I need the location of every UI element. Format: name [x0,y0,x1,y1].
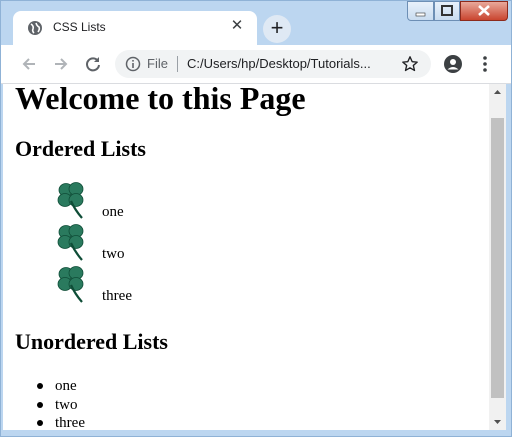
close-icon[interactable]: ✕ [229,18,245,34]
omnibox-divider [177,56,178,72]
list-item-text: three [55,415,85,430]
bullet-icon [37,383,43,389]
list-item: three [35,414,85,430]
page-heading: Welcome to this Page [15,84,306,116]
kebab-menu-icon[interactable] [475,54,495,74]
unordered-lists-heading: Unordered Lists [15,329,168,354]
star-icon[interactable] [401,55,419,73]
minimize-button[interactable] [407,1,434,21]
ordered-list-item: one [55,181,255,223]
ordered-list-item: two [55,223,255,265]
close-window-button[interactable] [460,1,508,21]
four-leaf-clover-icon [57,224,84,261]
scroll-up-icon[interactable] [489,84,506,101]
ordered-list-item: three [55,265,255,307]
ordered-item-text: two [102,246,125,262]
bullet-icon [37,401,43,408]
url-text[interactable]: C:/Users/hp/Desktop/Tutorials... [187,56,371,71]
scheme-label: File [147,56,168,71]
plus-icon: + [270,15,284,40]
arrow-right-icon[interactable] [51,54,71,74]
address-bar[interactable]: File C:/Users/hp/Desktop/Tutorials... [115,50,431,78]
list-item: one [35,377,85,396]
scroll-down-icon[interactable] [489,413,506,430]
unordered-list: one two three [35,377,85,430]
title-bar: CSS Lists ✕ + [1,1,511,45]
maximize-icon [441,5,453,16]
scrollbar-thumb[interactable] [491,118,504,398]
maximize-button[interactable] [434,1,460,21]
four-leaf-clover-icon [57,266,84,303]
page-viewport: Welcome to this Page Ordered Lists one t… [3,84,489,430]
reload-icon[interactable] [83,54,103,74]
list-item-text: one [55,378,77,394]
ordered-lists-heading: Ordered Lists [15,136,146,161]
browser-toolbar: File C:/Users/hp/Desktop/Tutorials... [1,45,511,84]
new-tab-button[interactable]: + [263,15,291,43]
globe-icon [28,21,42,35]
close-window-icon [478,5,490,16]
tab-css-lists[interactable]: CSS Lists ✕ [13,11,257,45]
ordered-item-text: one [102,204,124,220]
vertical-scrollbar[interactable] [489,84,506,430]
tab-title: CSS Lists [53,20,106,34]
ordered-item-text: three [102,288,132,304]
four-leaf-clover-icon [57,182,84,219]
account-icon[interactable] [443,54,463,74]
list-item: two [35,396,85,415]
bullet-icon [37,420,43,426]
list-item-text: two [55,396,78,413]
browser-window: CSS Lists ✕ + File C:/Users/hp/Desktop/T… [0,0,512,437]
arrow-left-icon[interactable] [19,54,39,74]
info-icon[interactable] [125,56,141,72]
minimize-icon [415,12,426,17]
